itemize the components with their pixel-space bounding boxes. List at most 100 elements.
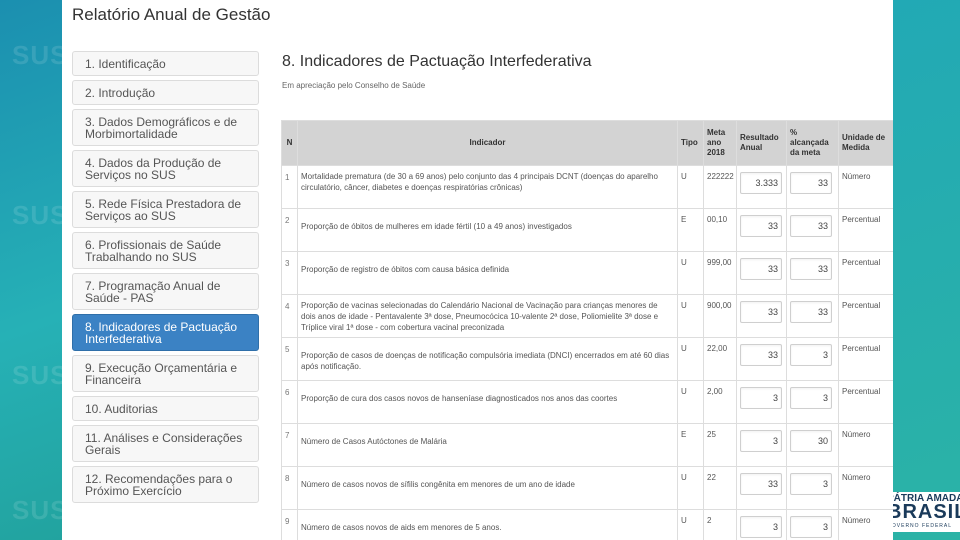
meta-value: 25 xyxy=(703,423,737,467)
background-watermark: SUS xyxy=(12,360,62,390)
table-row: 9 Número de casos novos de aids em menor… xyxy=(281,509,893,540)
unidade-value: Percentual xyxy=(838,337,893,381)
tipo-value: E xyxy=(677,208,704,252)
tipo-value: E xyxy=(677,423,704,467)
background-watermark: SUS xyxy=(12,40,62,70)
table-row: 6 Proporção de cura dos casos novos de h… xyxy=(281,380,893,424)
table-row: 8 Número de casos novos de sífilis congê… xyxy=(281,466,893,510)
table-header-row: N Indicador Tipo Meta ano 2018 Resultado… xyxy=(281,120,893,166)
alcancada-input[interactable]: 33 xyxy=(790,215,832,237)
brand-line-3: GOVERNO FEDERAL xyxy=(887,523,953,529)
row-number: 6 xyxy=(281,380,298,424)
report-panel: Relatório Anual de Gestão 1. Identificaç… xyxy=(62,0,893,540)
alcancada-input[interactable]: 33 xyxy=(790,301,832,323)
tipo-value: U xyxy=(677,251,704,295)
indicator-text: Proporção de vacinas selecionadas do Cal… xyxy=(297,294,678,338)
unidade-value: Percentual xyxy=(838,251,893,295)
left-background-strip: SUS SUS SUS SUS xyxy=(0,0,62,540)
unidade-value: Percentual xyxy=(838,380,893,424)
table-row: 1 Mortalidade prematura (de 30 a 69 anos… xyxy=(281,165,893,209)
meta-value: 2 xyxy=(703,509,737,540)
header-unidade: Unidade de Medida xyxy=(838,120,893,166)
alcancada-input[interactable]: 3 xyxy=(790,473,832,495)
brand-line-2: BRASIL xyxy=(887,501,960,523)
unidade-value: Número xyxy=(838,423,893,467)
meta-value: 2,00 xyxy=(703,380,737,424)
header-tipo: Tipo xyxy=(677,120,704,166)
tipo-value: U xyxy=(677,466,704,510)
resultado-input[interactable]: 3 xyxy=(740,430,782,452)
right-background-strip xyxy=(893,0,960,540)
section-subtitle: Em apreciação pelo Conselho de Saúde xyxy=(282,81,426,90)
resultado-input[interactable]: 3 xyxy=(740,516,782,538)
tipo-value: U xyxy=(677,380,704,424)
sidebar-item-dados-demograficos[interactable]: 3. Dados Demográficos e de Morbimortalid… xyxy=(72,109,259,146)
header-meta: Meta ano 2018 xyxy=(703,120,737,166)
indicator-text: Número de Casos Autóctones de Malária xyxy=(297,423,678,467)
sidebar-item-auditorias[interactable]: 10. Auditorias xyxy=(72,396,259,421)
table-row: 4 Proporção de vacinas selecionadas do C… xyxy=(281,294,893,338)
tipo-value: U xyxy=(677,294,704,338)
resultado-input[interactable]: 33 xyxy=(740,258,782,280)
indicator-text: Proporção de óbitos de mulheres em idade… xyxy=(297,208,678,252)
meta-value: 999,00 xyxy=(703,251,737,295)
sidebar-item-identificacao[interactable]: 1. Identificação xyxy=(72,51,259,76)
indicators-table: N Indicador Tipo Meta ano 2018 Resultado… xyxy=(281,120,893,540)
background-watermark: SUS xyxy=(12,495,62,525)
sidebar-item-execucao-orcamentaria[interactable]: 9. Execução Orçamentária e Financeira xyxy=(72,355,259,392)
header-indicador: Indicador xyxy=(297,120,678,166)
tipo-value: U xyxy=(677,337,704,381)
sidebar-item-producao-servicos[interactable]: 4. Dados da Produção de Serviços no SUS xyxy=(72,150,259,187)
table-row: 7 Número de Casos Autóctones de Malária … xyxy=(281,423,893,467)
table-row: 3 Proporção de registro de óbitos com ca… xyxy=(281,251,893,295)
unidade-value: Percentual xyxy=(838,208,893,252)
meta-value: 22,00 xyxy=(703,337,737,381)
resultado-input[interactable]: 33 xyxy=(740,301,782,323)
meta-value: 00,10 xyxy=(703,208,737,252)
sidebar-item-analises[interactable]: 11. Análises e Considerações Gerais xyxy=(72,425,259,462)
meta-value: 222222 xyxy=(703,165,737,209)
resultado-input[interactable]: 3.333 xyxy=(740,172,782,194)
resultado-input[interactable]: 33 xyxy=(740,473,782,495)
table-row: 5 Proporção de casos de doenças de notif… xyxy=(281,337,893,381)
resultado-input[interactable]: 3 xyxy=(740,387,782,409)
row-number: 8 xyxy=(281,466,298,510)
sidebar-item-introducao[interactable]: 2. Introdução xyxy=(72,80,259,105)
section-title: 8. Indicadores de Pactuação Interfederat… xyxy=(282,53,592,70)
indicator-text: Proporção de casos de doenças de notific… xyxy=(297,337,678,381)
indicator-text: Número de casos novos de sífilis congêni… xyxy=(297,466,678,510)
row-number: 7 xyxy=(281,423,298,467)
alcancada-input[interactable]: 33 xyxy=(790,258,832,280)
alcancada-input[interactable]: 30 xyxy=(790,430,832,452)
alcancada-input[interactable]: 33 xyxy=(790,172,832,194)
unidade-value: Número xyxy=(838,165,893,209)
table-row: 2 Proporção de óbitos de mulheres em ida… xyxy=(281,208,893,252)
header-n: N xyxy=(281,120,298,166)
row-number: 4 xyxy=(281,294,298,338)
unidade-value: Número xyxy=(838,466,893,510)
sidebar-item-rede-fisica[interactable]: 5. Rede Física Prestadora de Serviços ao… xyxy=(72,191,259,228)
sidebar-item-profissionais[interactable]: 6. Profissionais de Saúde Trabalhando no… xyxy=(72,232,259,269)
alcancada-input[interactable]: 3 xyxy=(790,344,832,366)
sidebar-item-recomendacoes[interactable]: 12. Recomendações para o Próximo Exercíc… xyxy=(72,466,259,503)
sidebar-item-indicadores[interactable]: 8. Indicadores de Pactuação Interfederat… xyxy=(72,314,259,351)
tipo-value: U xyxy=(677,165,704,209)
indicator-text: Proporção de registro de óbitos com caus… xyxy=(297,251,678,295)
resultado-input[interactable]: 33 xyxy=(740,215,782,237)
app-title: Relatório Anual de Gestão xyxy=(72,5,271,24)
sidebar-item-programacao-anual[interactable]: 7. Programação Anual de Saúde - PAS xyxy=(72,273,259,310)
government-brand-logo: PÁTRIA AMADA BRASIL GOVERNO FEDERAL xyxy=(885,492,960,532)
indicator-text: Mortalidade prematura (de 30 a 69 anos) … xyxy=(297,165,678,209)
tipo-value: U xyxy=(677,509,704,540)
resultado-input[interactable]: 33 xyxy=(740,344,782,366)
row-number: 5 xyxy=(281,337,298,381)
header-alcancada: % alcançada da meta xyxy=(786,120,839,166)
indicator-text: Proporção de cura dos casos novos de han… xyxy=(297,380,678,424)
alcancada-input[interactable]: 3 xyxy=(790,516,832,538)
unidade-value: Número xyxy=(838,509,893,540)
row-number: 9 xyxy=(281,509,298,540)
meta-value: 22 xyxy=(703,466,737,510)
alcancada-input[interactable]: 3 xyxy=(790,387,832,409)
sidebar-nav: 1. Identificação 2. Introdução 3. Dados … xyxy=(72,51,261,507)
header-resultado: Resultado Anual xyxy=(736,120,787,166)
